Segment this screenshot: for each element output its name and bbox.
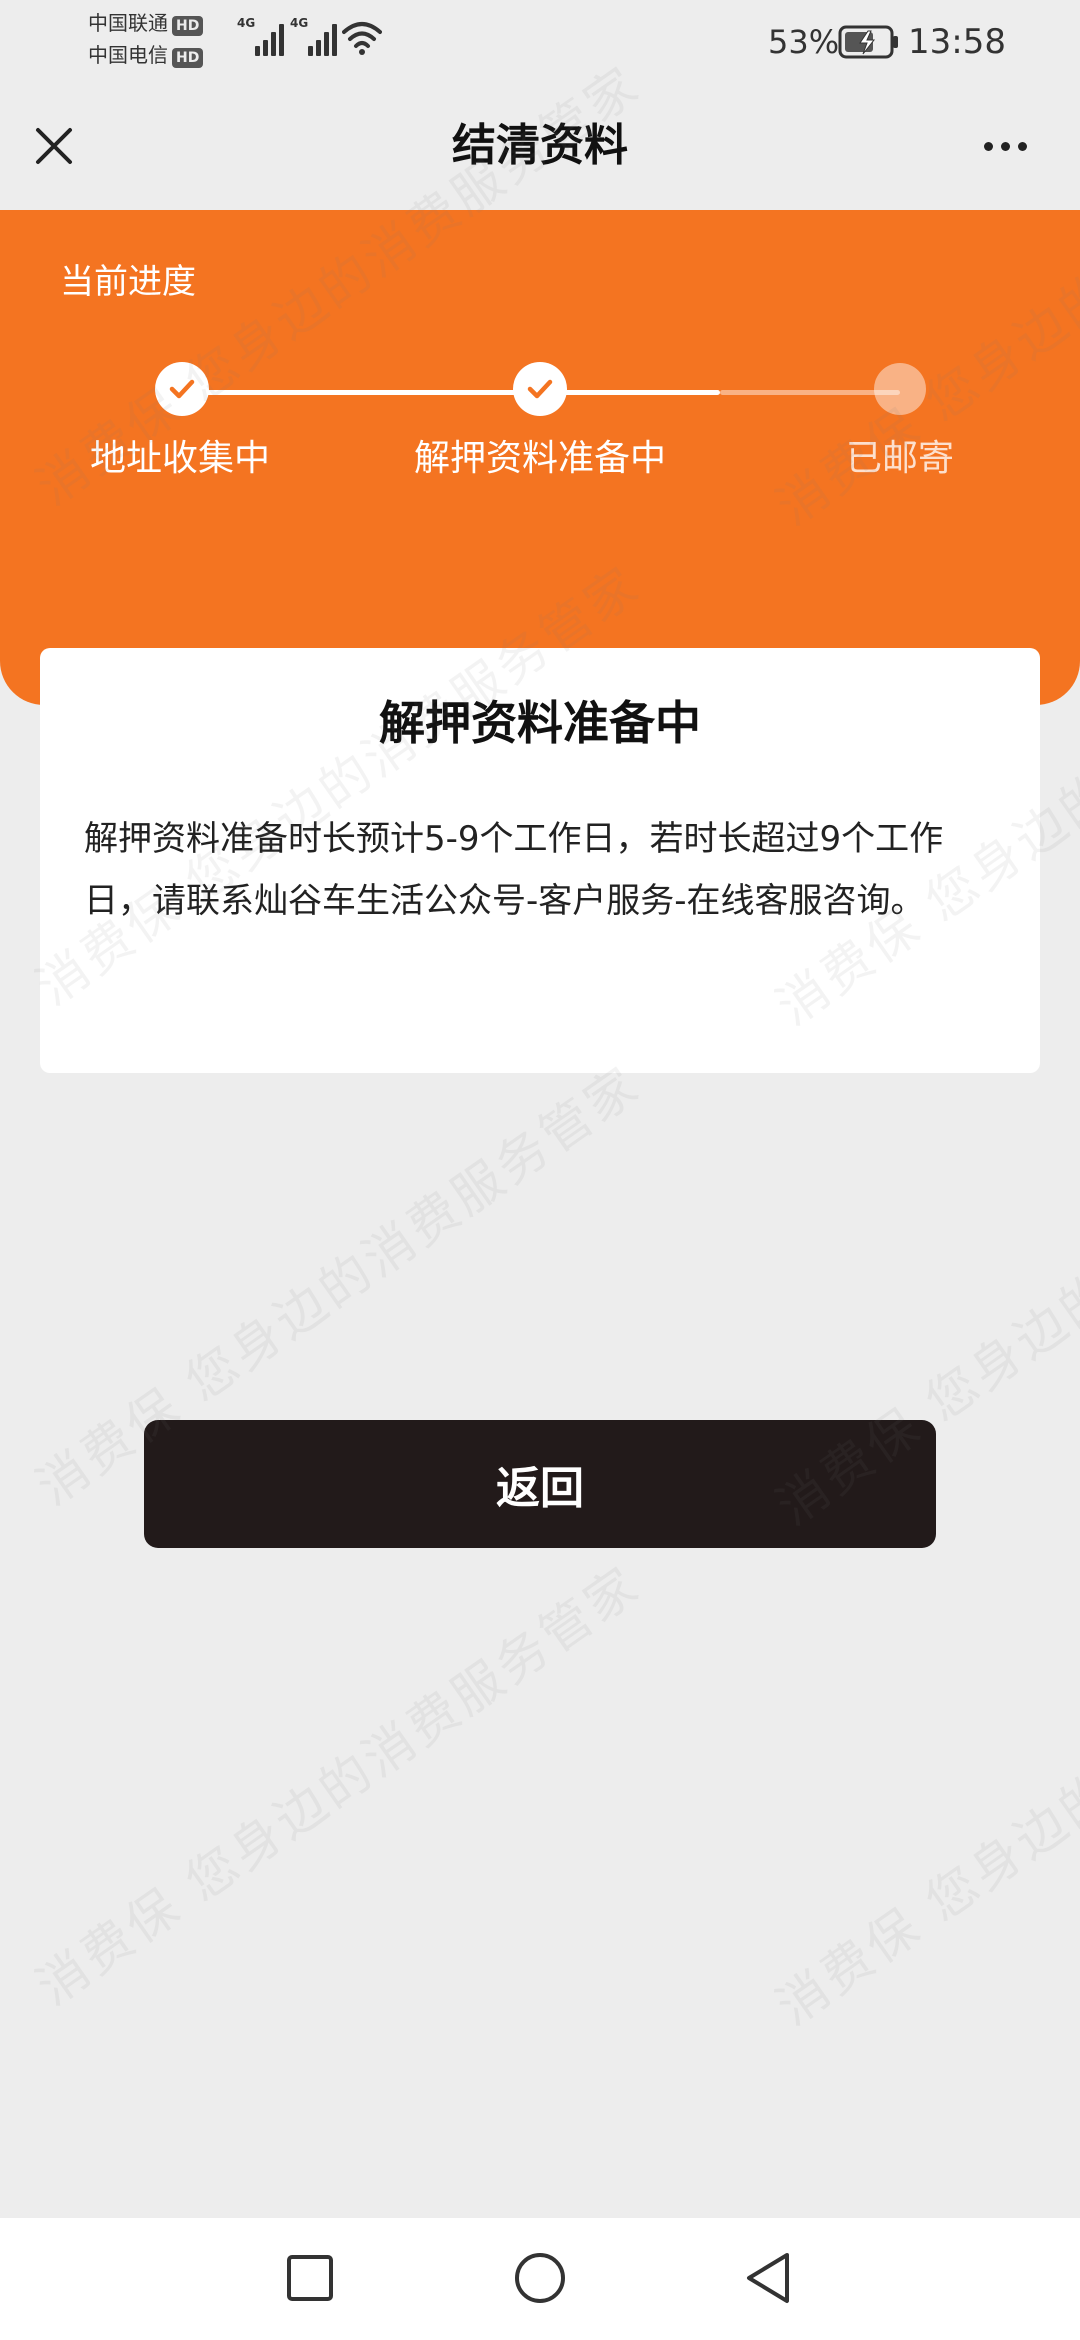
progress-track-pending: [720, 390, 900, 395]
step-2-label: 解押资料准备中: [413, 438, 666, 479]
home-button[interactable]: [510, 2248, 570, 2308]
hd-badge: HD: [172, 48, 204, 68]
progress-panel: 当前进度 地址收集中 解押资料准备中 已邮寄: [0, 210, 1080, 705]
carrier-2: 中国电信 HD: [88, 40, 204, 70]
more-dot-icon: [1000, 141, 1010, 151]
close-icon: [36, 128, 72, 164]
page-title: 结清资料: [452, 120, 628, 171]
network-label: 4G: [237, 16, 256, 30]
carrier-1: 中国联通 HD: [88, 8, 204, 38]
step-2-check-icon: [513, 362, 567, 416]
card-body: 解押资料准备时长预计5-9个工作日，若时长超过9个工作日，请联系灿谷车生活公众号…: [84, 819, 944, 921]
battery-charging-icon: [838, 25, 898, 59]
progress-title: 当前进度: [60, 262, 196, 302]
square-icon: [287, 2255, 333, 2301]
signal-icon: 4G: [237, 16, 284, 56]
clock: 13:58: [908, 22, 1006, 62]
step-1-label: 地址收集中: [89, 438, 270, 479]
watermark-text: 消费保 您身边的消费服务管家: [766, 1574, 1080, 2037]
status-card: 解押资料准备中 解押资料准备时长预计5-9个工作日，若时长超过9个工作日，请联系…: [40, 648, 1040, 1073]
step-3-label: 已邮寄: [845, 438, 954, 479]
progress-track-done: [182, 390, 540, 395]
hd-badge: HD: [172, 16, 204, 36]
signal-icon: 4G: [290, 16, 337, 56]
carrier-1-name: 中国联通: [88, 11, 168, 35]
back-button[interactable]: 返回: [144, 1420, 936, 1548]
progress-track-done: [540, 390, 720, 395]
card-title: 解押资料准备中: [379, 696, 701, 750]
recent-apps-button[interactable]: [280, 2248, 340, 2308]
battery-percent: 53%: [768, 23, 840, 61]
system-nav-bar: [0, 2218, 1080, 2340]
triangle-back-icon: [747, 2253, 789, 2303]
network-label: 4G: [290, 16, 309, 30]
status-bar: 中国联通 HD 中国电信 HD 4G 4G 53% 13:58: [0, 0, 1080, 80]
more-dot-icon: [983, 141, 993, 151]
more-dot-icon: [1017, 141, 1027, 151]
step-3-pending-dot-icon: [874, 363, 926, 415]
circle-icon: [515, 2253, 565, 2303]
system-back-button[interactable]: [738, 2248, 798, 2308]
more-options-button[interactable]: [970, 116, 1040, 176]
watermark-text: 消费保 您身边的消费服务管家: [26, 1554, 651, 2017]
wifi-icon: [342, 22, 382, 55]
carrier-2-name: 中国电信: [88, 43, 168, 67]
close-button[interactable]: [24, 116, 84, 176]
nav-bar: 结清资料: [0, 80, 1080, 210]
step-1-check-icon: [155, 362, 209, 416]
